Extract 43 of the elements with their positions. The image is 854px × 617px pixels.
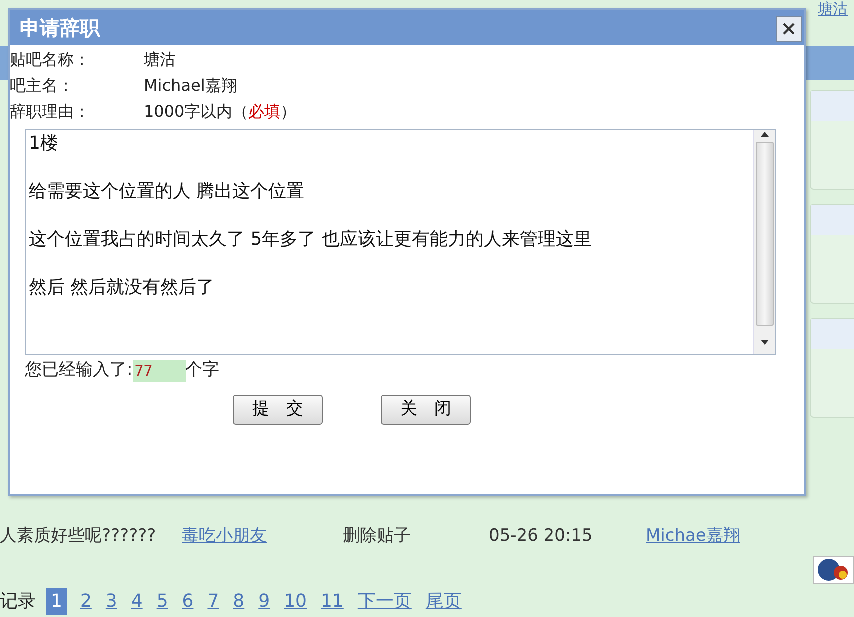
page-link[interactable]: 11 (314, 588, 351, 614)
last-page-link[interactable]: 尾页 (418, 588, 469, 614)
counter-unit: 个字 (186, 359, 220, 382)
field-value: 塘沽 (144, 49, 176, 71)
page-link[interactable]: 7 (200, 588, 226, 614)
action-text: 删除贴子 (343, 525, 412, 548)
post-title: 人素质好些呢?????? (0, 525, 158, 548)
reason-textarea[interactable]: 1楼 给需要这个位置的人 腾出这个位置 这个位置我占的时间太久了 5年多了 也应该让更有能力的人来管理这里 然后 然后就没有然后了 (25, 129, 776, 355)
page-link[interactable]: 4 (124, 588, 150, 614)
reason-line: 这个位置我占的时间太久了 5年多了 也应该让更有能力的人来管理这里 (29, 228, 593, 252)
records-label: 记录 (0, 590, 36, 614)
submit-button[interactable]: 提 交 (233, 395, 323, 425)
page-link[interactable]: 8 (226, 588, 252, 614)
field-label: 贴吧名称： (10, 49, 91, 71)
field-label: 辞职理由： (10, 101, 91, 123)
close-dialog-button[interactable]: 关 闭 (381, 395, 471, 425)
page-link[interactable]: 2 (73, 588, 99, 614)
dialog-title: 申请辞职 (20, 14, 100, 42)
page-link[interactable]: 3 (98, 588, 124, 614)
scroll-up-icon[interactable] (760, 130, 770, 138)
counter-label: 您已经输入了: (25, 359, 133, 382)
close-button[interactable] (776, 16, 802, 42)
page-link[interactable]: 9 (252, 588, 278, 614)
reason-line: 1楼 (29, 132, 60, 156)
scrollbar[interactable] (753, 130, 775, 354)
next-page-link[interactable]: 下一页 (350, 588, 419, 614)
owner-link[interactable]: 塘沽 (818, 0, 848, 20)
field-label: 吧主名： (10, 75, 75, 97)
close-icon (782, 22, 796, 36)
reason-line: 然后 然后就没有然后了 (29, 276, 216, 300)
page-link[interactable]: 10 (277, 588, 314, 614)
author-link[interactable]: 毒吃小朋友 (182, 524, 343, 550)
field-value: Michael嘉翔 (144, 75, 238, 97)
scroll-down-icon[interactable] (760, 338, 770, 347)
char-count: 77 (132, 360, 186, 382)
field-value: 1000字以内（必填） (144, 101, 297, 123)
time-text: 05-26 20:15 (489, 525, 594, 548)
page-link[interactable]: 1 (46, 588, 68, 614)
ime-icon[interactable] (813, 556, 854, 584)
page-link[interactable]: 6 (175, 588, 201, 614)
reason-line: 给需要这个位置的人 腾出这个位置 (29, 180, 306, 204)
operator-link[interactable]: Michae嘉翔 (646, 524, 740, 550)
page-link[interactable]: 5 (150, 588, 176, 614)
